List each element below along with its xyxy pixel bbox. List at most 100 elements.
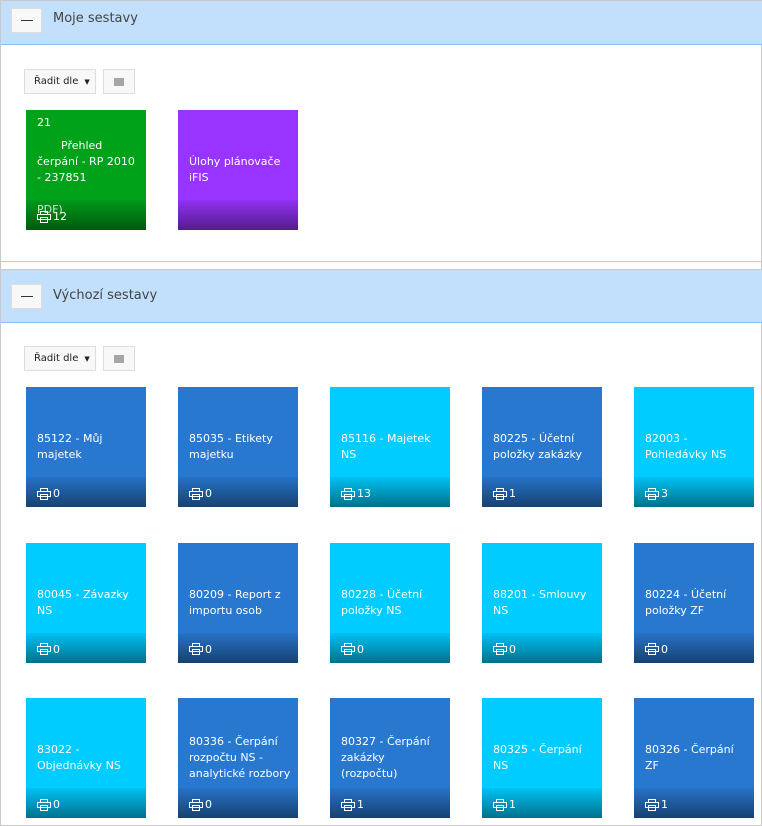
report-tile[interactable]: 21 Přehled čerpání - RP 2010 - 237851 PDF)… [26, 110, 146, 230]
print-count-value: 0 [205, 487, 212, 500]
section-header: Moje sestavy [1, 0, 762, 45]
printer-icon [341, 643, 355, 655]
printer-icon [37, 643, 51, 655]
sort-label: Řadit dle [34, 353, 79, 364]
print-count: 0 [189, 643, 212, 656]
tile-name: 83022 - Objednávky NS [37, 743, 121, 772]
print-count: 0 [37, 643, 60, 656]
printer-icon [341, 487, 355, 500]
report-tile[interactable]: 85035 - Etikety majetku 0 [178, 387, 298, 507]
tile-name: 80045 - Závazky NS [37, 587, 129, 617]
collapse-button[interactable] [11, 284, 42, 309]
print-count-value: 0 [357, 642, 364, 656]
tile-name: 80326 - Čerpání ZF [645, 743, 734, 772]
print-count-value: 0 [205, 798, 212, 811]
print-count: 3 [645, 487, 668, 500]
report-tile[interactable]: 80326 - Čerpání ZF 1 [634, 698, 754, 818]
tile-prefix: 21 [37, 116, 51, 129]
list-icon [114, 78, 124, 85]
printer-icon [37, 487, 51, 500]
print-count: 1 [493, 487, 516, 500]
tile-name: 80228 - Účetní položky NS [341, 587, 423, 617]
report-tile[interactable]: 80224 - Účetní položky ZF 0 [634, 542, 754, 663]
minus-icon [20, 295, 33, 298]
printer-icon [189, 798, 203, 811]
tile-name: 85116 - Majetek NS [341, 432, 431, 461]
section-title: Moje sestavy [53, 11, 138, 26]
section-default-reports: Výchozí sestavy Řadit dle ▼ 85122 - Můj m… [1, 269, 762, 826]
list-icon [114, 355, 124, 362]
tile-name: Úlohy plánovače iFIS [189, 155, 281, 184]
print-count: 1 [341, 798, 364, 811]
print-count-value: 0 [205, 642, 212, 656]
section-title: Výchozí sestavy [53, 288, 158, 303]
print-count-value: 12 [53, 210, 67, 223]
report-tile[interactable]: 80225 - Účetní položky zakázky 1 [482, 387, 602, 507]
report-tile[interactable]: 85116 - Majetek NS 13 [330, 387, 450, 507]
print-count-value: 0 [53, 487, 60, 500]
reports-page: Moje sestavy Řadit dle ▼ 21 Přehled čerpán… [0, 0, 762, 826]
report-tile[interactable]: 82003 - Pohledávky NS 3 [634, 387, 754, 507]
tile-name: 80336 - Čerpání rozpočtu NS - analytické… [189, 735, 291, 780]
print-count: 0 [189, 487, 212, 500]
minus-icon [20, 19, 33, 22]
print-count: 0 [37, 487, 60, 500]
printer-icon [493, 487, 507, 500]
printer-icon [645, 798, 659, 811]
printer-icon [493, 643, 507, 655]
report-tile[interactable]: 80209 - Report z importu osob 0 [178, 542, 298, 663]
print-count-value: 3 [661, 487, 668, 500]
printer-icon [37, 210, 51, 223]
print-count: 0 [341, 643, 364, 656]
print-count: 13 [341, 487, 371, 500]
print-count-value: 13 [357, 487, 371, 500]
print-count-value: 0 [661, 642, 668, 656]
print-count-value: 0 [53, 642, 60, 656]
report-tile[interactable]: 83022 - Objednávky NS 0 [26, 698, 146, 818]
tile-name: 88201 - Smlouvy NS [493, 587, 587, 617]
sort-dropdown[interactable]: Řadit dle ▼ [24, 346, 96, 371]
tile-shade [178, 200, 298, 230]
print-count: 1 [645, 798, 668, 811]
tile-name: 80325 - Čerpání NS [493, 743, 582, 772]
report-tile[interactable]: 80327 - Čerpání zakázky (rozpočtu) 1 [330, 698, 450, 818]
tile-name: 80327 - Čerpání zakázky (rozpočtu) [341, 735, 430, 780]
report-tile[interactable]: 80325 - Čerpání NS 1 [482, 698, 602, 818]
list-view-button[interactable] [103, 346, 135, 371]
print-count: 0 [37, 798, 60, 811]
print-count-value: 1 [357, 798, 364, 811]
print-count-value: 1 [509, 798, 516, 811]
section-header: Výchozí sestavy [1, 269, 762, 323]
report-tile[interactable]: 88201 - Smlouvy NS 0 [482, 542, 602, 663]
collapse-button[interactable] [11, 8, 42, 33]
report-tile[interactable]: 80336 - Čerpání rozpočtu NS - analytické… [178, 698, 298, 818]
printer-icon [493, 798, 507, 811]
report-tile[interactable]: 80228 - Účetní položky NS 0 [330, 542, 450, 663]
report-tile[interactable]: Úlohy plánovače iFIS [178, 110, 298, 230]
tile-name: 80225 - Účetní položky zakázky [493, 432, 582, 461]
list-view-button[interactable] [103, 69, 135, 94]
print-count-value: 1 [509, 487, 516, 500]
caret-down-icon: ▼ [84, 77, 90, 86]
caret-down-icon: ▼ [84, 354, 90, 363]
print-count-value: 0 [509, 642, 516, 656]
print-count-value: 1 [661, 798, 668, 811]
print-count: 12 [37, 210, 67, 223]
print-count: 0 [493, 643, 516, 656]
tile-name: 85035 - Etikety majetku [189, 432, 273, 461]
report-tile[interactable]: 80045 - Závazky NS 0 [26, 542, 146, 663]
printer-icon [189, 643, 203, 655]
tile-name: 80209 - Report z importu osob [189, 587, 281, 617]
report-tile[interactable]: 85122 - Můj majetek 0 [26, 387, 146, 507]
print-count: 1 [493, 798, 516, 811]
tile-name: 85122 - Můj majetek [37, 432, 103, 461]
printer-icon [189, 487, 203, 500]
printer-icon [645, 487, 659, 500]
tile-name: Přehled čerpání - RP 2010 - 237851 [37, 139, 135, 184]
sort-dropdown[interactable]: Řadit dle ▼ [24, 69, 96, 94]
printer-icon [37, 798, 51, 811]
section-my-reports: Moje sestavy Řadit dle ▼ 21 Přehled čerpán… [1, 0, 762, 262]
printer-icon [645, 643, 659, 655]
printer-icon [341, 798, 355, 811]
print-count-value: 0 [53, 798, 60, 811]
